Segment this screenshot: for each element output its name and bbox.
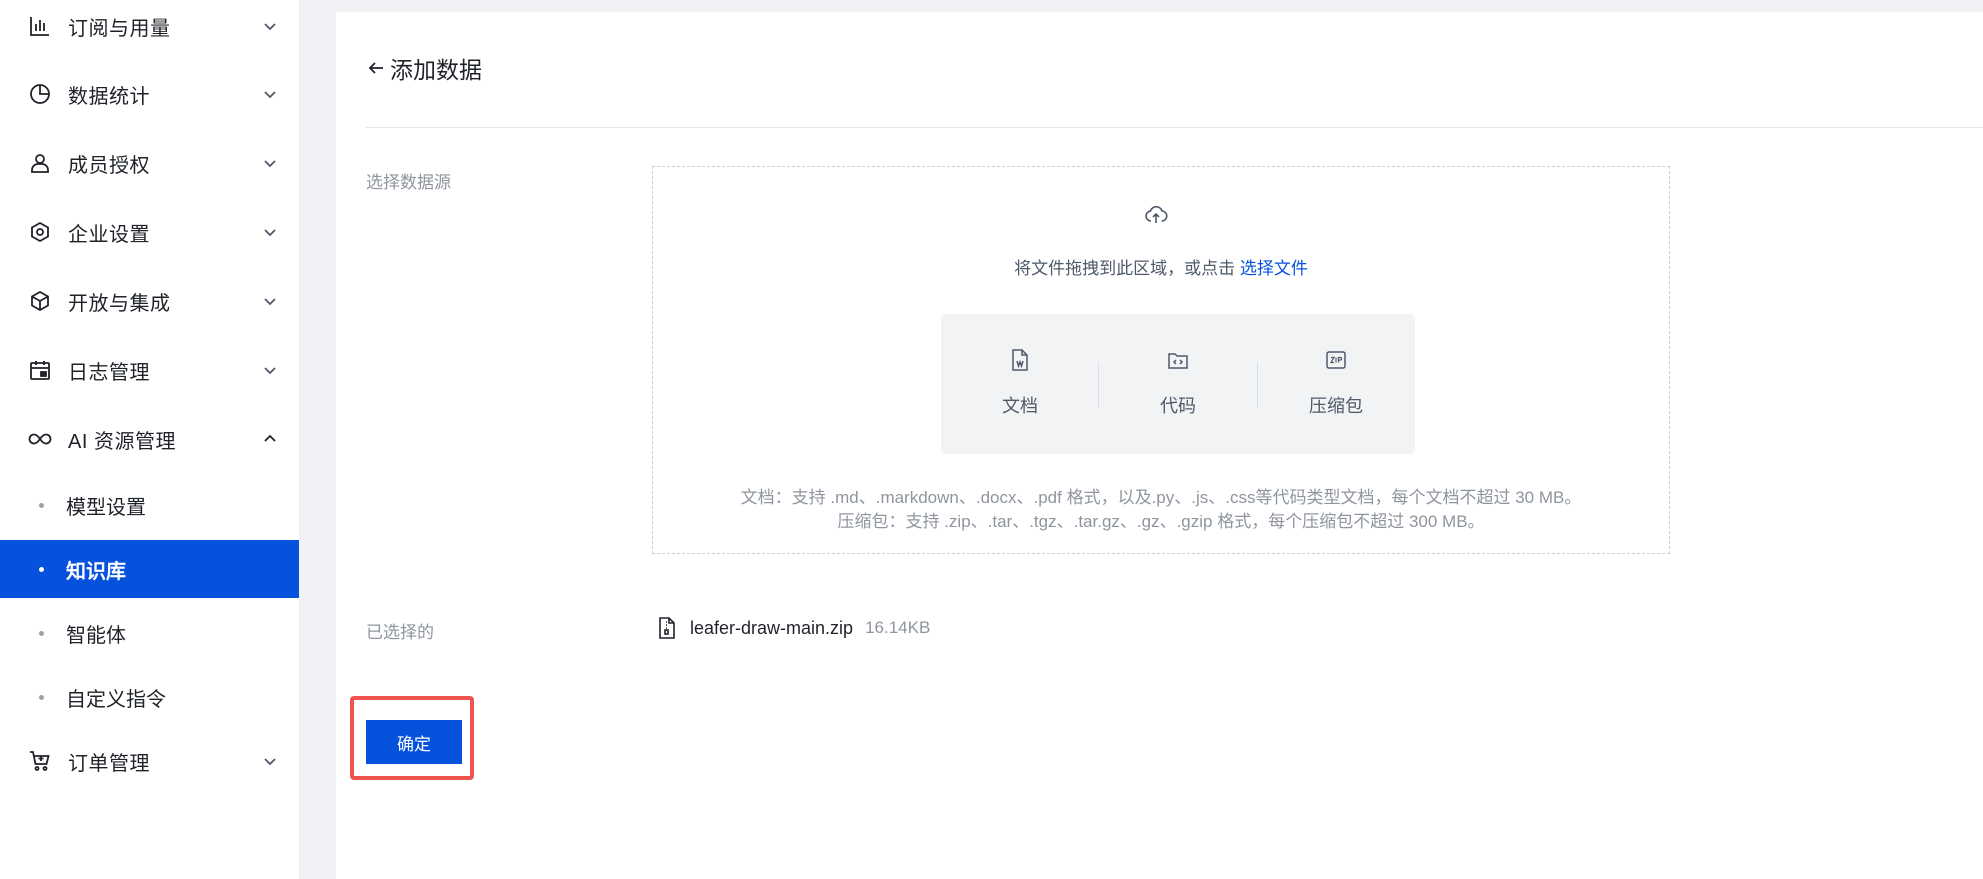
file-name: leafer-draw-main.zip: [690, 617, 854, 638]
nav-item-ai-resources[interactable]: AI 资源管理: [0, 415, 299, 463]
nav-label: 开放与集成: [68, 292, 171, 315]
nav-label: 订单管理: [68, 752, 150, 775]
sub-label: 自定义指令: [66, 688, 166, 711]
nav-item-orders[interactable]: 订单管理: [0, 737, 299, 785]
nav-item-statistics[interactable]: 数据统计: [0, 70, 299, 118]
page-header: 添加数据: [366, 48, 482, 88]
sidebar: 订阅与用量 数据统计 成员授权 企业设置 开放与集成 日志管理 AI 资源管理 …: [0, 0, 299, 879]
nav-label: AI 资源管理: [68, 430, 176, 453]
nav-label: 订阅与用量: [68, 17, 171, 40]
type-code[interactable]: 代码: [1099, 314, 1257, 454]
chevron-down-icon: [262, 293, 278, 309]
chevron-up-icon: [262, 431, 278, 447]
zip-file-icon: [656, 616, 678, 640]
nav-label: 企业设置: [68, 223, 150, 246]
sidebar-subitem-custom-instructions[interactable]: 自定义指令: [0, 668, 299, 726]
type-label: 压缩包: [1309, 396, 1363, 416]
selected-file: leafer-draw-main.zip 16.14KB: [656, 614, 930, 642]
bullet-dot: [39, 694, 44, 700]
drop-text: 将文件拖拽到此区域，或点击: [1014, 259, 1236, 278]
sub-label: 智能体: [66, 624, 126, 647]
type-zip[interactable]: 压缩包: [1257, 314, 1415, 454]
chevron-down-icon: [262, 362, 278, 378]
divider: [366, 127, 1983, 128]
cloud-upload-icon: [1144, 203, 1168, 227]
bar-chart-icon: [28, 14, 52, 38]
user-icon: [28, 151, 52, 175]
nav-label: 成员授权: [68, 154, 150, 177]
bullet-dot: [39, 630, 44, 636]
type-label: 代码: [1160, 396, 1196, 416]
sidebar-subitem-model-settings[interactable]: 模型设置: [0, 476, 299, 534]
select-file-link[interactable]: 选择文件: [1240, 259, 1308, 278]
page-title: 添加数据: [390, 57, 482, 83]
nav-label: 数据统计: [68, 85, 150, 108]
nav-item-logs[interactable]: 日志管理: [0, 346, 299, 394]
nav-item-subscription[interactable]: 订阅与用量: [0, 2, 299, 50]
bullet-dot: [39, 566, 44, 572]
hint-zip: 压缩包：支持 .zip、.tar、.tgz、.tar.gz、.gz、.gzip …: [837, 512, 1485, 531]
cube-icon: [28, 289, 52, 313]
file-dropzone[interactable]: 将文件拖拽到此区域，或点击 选择文件 文档 代码 压缩包 文档：支持 .md、.…: [652, 166, 1670, 554]
file-size: 16.14KB: [865, 618, 931, 637]
cart-icon: [28, 749, 52, 773]
bullet-dot: [39, 502, 44, 508]
selected-label: 已选择的: [366, 623, 434, 642]
confirm-button[interactable]: 确定: [366, 720, 462, 764]
pie-chart-icon: [28, 82, 52, 106]
main-panel: 添加数据 选择数据源 将文件拖拽到此区域，或点击 选择文件 文档 代码 压缩包 …: [336, 12, 1983, 879]
chevron-down-icon: [262, 753, 278, 769]
chevron-down-icon: [262, 18, 278, 34]
chevron-down-icon: [262, 224, 278, 240]
nav-item-members[interactable]: 成员授权: [0, 139, 299, 187]
chevron-down-icon: [262, 86, 278, 102]
back-arrow-icon[interactable]: [366, 58, 386, 78]
type-document[interactable]: 文档: [941, 314, 1099, 454]
sub-label: 知识库: [66, 560, 126, 583]
infinity-icon: [28, 427, 52, 451]
nav-item-enterprise-settings[interactable]: 企业设置: [0, 208, 299, 256]
nav-item-integration[interactable]: 开放与集成: [0, 277, 299, 325]
settings-hex-icon: [28, 220, 52, 244]
code-folder-icon: [1099, 348, 1257, 372]
sidebar-subitem-knowledge-base[interactable]: 知识库: [0, 540, 299, 598]
sub-label: 模型设置: [66, 496, 146, 519]
calendar-log-icon: [28, 358, 52, 382]
sidebar-subitem-agents[interactable]: 智能体: [0, 604, 299, 662]
hint-document: 文档：支持 .md、.markdown、.docx、.pdf 格式，以及.py、…: [740, 488, 1582, 507]
drop-instructions: 将文件拖拽到此区域，或点击 选择文件: [653, 254, 1669, 279]
source-label: 选择数据源: [366, 173, 451, 192]
file-type-options: 文档 代码 压缩包: [941, 314, 1415, 454]
type-label: 文档: [1002, 396, 1038, 416]
document-icon: [941, 348, 1099, 372]
chevron-down-icon: [262, 155, 278, 171]
nav-label: 日志管理: [68, 361, 150, 384]
zip-icon: [1257, 348, 1415, 372]
